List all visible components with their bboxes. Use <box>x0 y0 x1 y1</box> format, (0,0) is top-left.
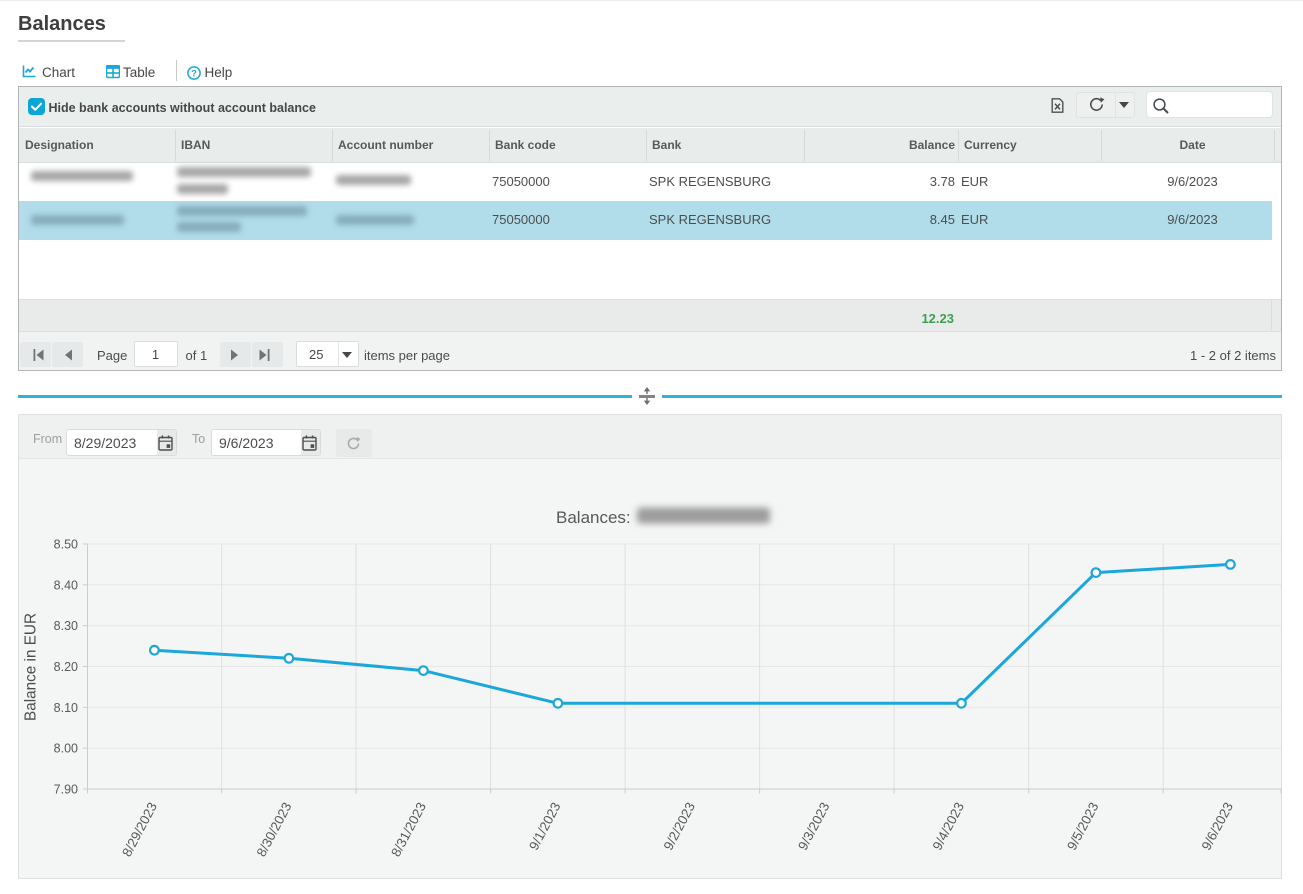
svg-text:?: ? <box>191 68 197 79</box>
